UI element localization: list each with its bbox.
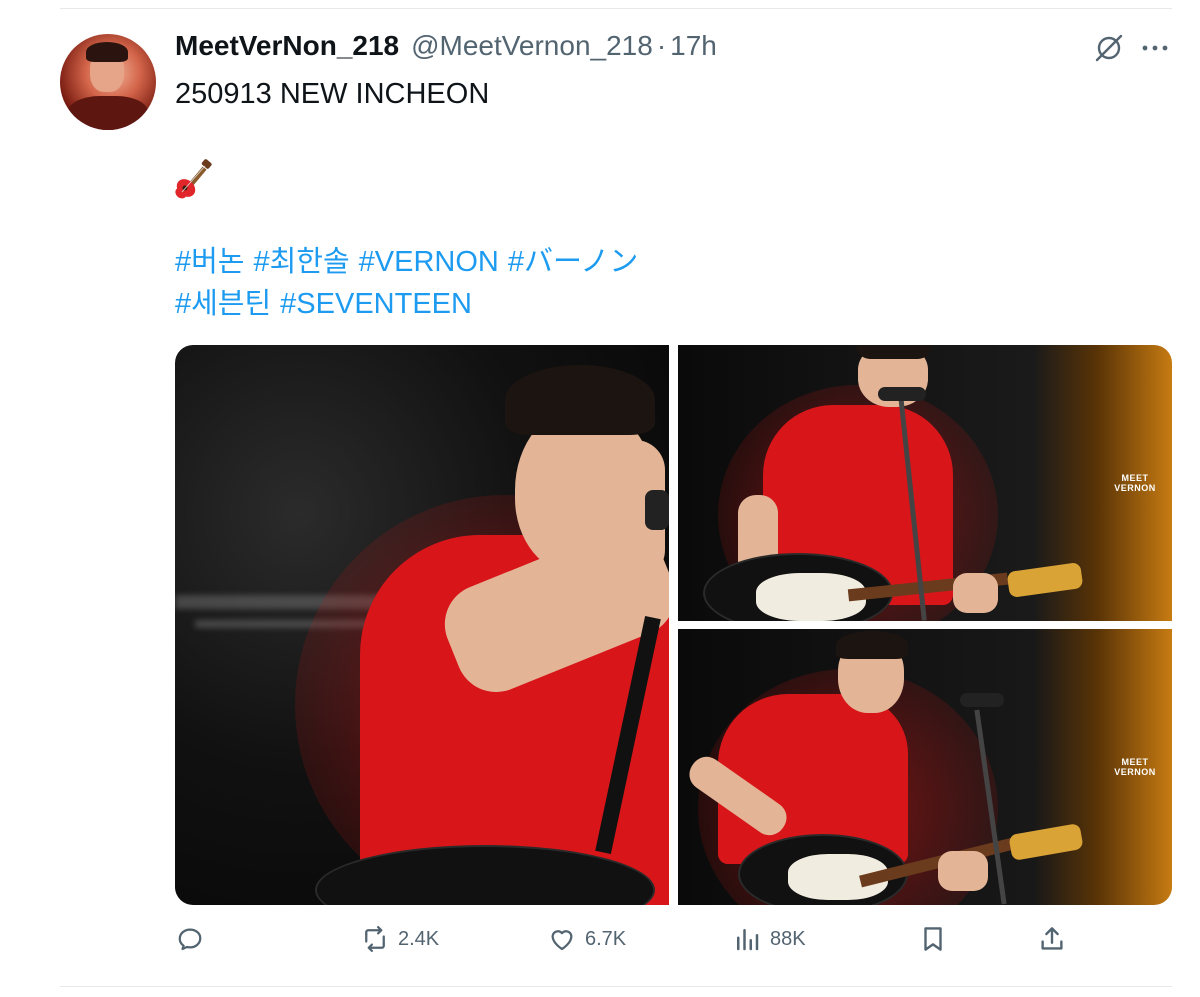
- avatar[interactable]: [60, 34, 156, 130]
- share-icon: [1041, 927, 1063, 950]
- media-photo-1[interactable]: [175, 345, 669, 905]
- guitar-emoji-icon: [175, 159, 212, 199]
- timeline-divider-bottom: [60, 986, 1172, 987]
- media-photo-3[interactable]: MEET VERNON: [678, 629, 1172, 905]
- hashtag-link[interactable]: #バーノン: [508, 246, 638, 278]
- user-handle[interactable]: @MeetVernon_218: [411, 30, 653, 62]
- hashtag-link[interactable]: #VERNON: [359, 246, 499, 278]
- grok-icon[interactable]: [1094, 33, 1124, 63]
- media-photo-2[interactable]: MEET VERNON: [678, 345, 1172, 621]
- views-chart-icon: [737, 929, 759, 951]
- separator-dot: ·: [656, 30, 667, 61]
- hashtag-link[interactable]: #최한솔: [254, 246, 350, 278]
- media-grid: MEET VERNON MEET VERNON: [175, 345, 1172, 905]
- views-button[interactable]: 88K: [732, 924, 806, 954]
- tweet-header: MeetVerNon_218 @MeetVernon_218 · 17h: [175, 30, 717, 66]
- timeline-divider-top: [60, 8, 1172, 9]
- timestamp[interactable]: 17h: [670, 30, 717, 62]
- bookmark-button[interactable]: [918, 924, 948, 954]
- tweet-text: 250913 NEW INCHEON: [175, 78, 490, 110]
- reply-button[interactable]: [175, 924, 213, 954]
- repost-icon: [365, 926, 385, 952]
- like-button[interactable]: 6.7K: [547, 924, 626, 954]
- hashtags-line-1: #버논 #최한솔 #VERNON #バーノン: [175, 244, 647, 280]
- hashtag-link[interactable]: #버논: [175, 246, 245, 278]
- watermark-meet-vernon: MEET VERNON: [1114, 473, 1156, 493]
- share-button[interactable]: [1037, 924, 1067, 954]
- hashtags-line-2: #세븐틴 #SEVENTEEN: [175, 286, 481, 322]
- hashtag-link[interactable]: #SEVENTEEN: [280, 288, 472, 320]
- repost-button[interactable]: 2.4K: [360, 924, 439, 954]
- display-name[interactable]: MeetVerNon_218: [175, 30, 399, 62]
- tweet-action-bar: 2.4K 6.7K 88K: [0, 924, 1200, 960]
- hashtag-link[interactable]: #세븐틴: [175, 288, 271, 320]
- more-options-icon[interactable]: [1140, 36, 1170, 60]
- watermark-meet-vernon: MEET VERNON: [1114, 757, 1156, 777]
- reply-icon: [178, 928, 202, 951]
- heart-icon: [551, 930, 573, 951]
- bookmark-icon: [924, 927, 942, 951]
